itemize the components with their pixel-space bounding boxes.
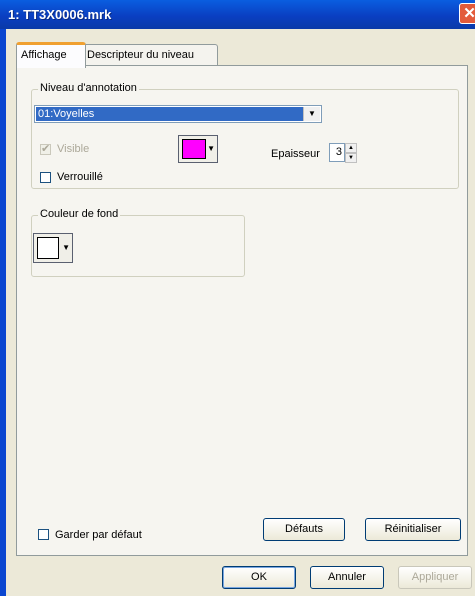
chevron-down-icon: ▼ <box>62 243 70 252</box>
line-color-swatch <box>182 139 206 159</box>
window-border <box>0 29 6 596</box>
dialog-window: 1: TT3X0006.mrk ✕ Affichage Descripteur … <box>0 0 475 596</box>
keep-default-checkbox[interactable] <box>38 529 49 540</box>
tab-panel: Niveau d'annotation 01:Voyelles ▼ ✔ Visi… <box>16 65 468 556</box>
locked-checkbox[interactable] <box>40 172 51 183</box>
background-color-button[interactable]: ▼ <box>33 233 73 263</box>
thickness-input[interactable]: 3 <box>329 143 345 162</box>
chevron-down-icon: ▼ <box>207 144 215 153</box>
cancel-button[interactable]: Annuler <box>310 566 384 589</box>
keep-default-label: Garder par défaut <box>55 529 142 541</box>
check-icon: ✔ <box>41 143 51 155</box>
background-color-swatch <box>37 237 59 259</box>
tab-descripteur[interactable]: Descripteur du niveau <box>82 44 218 65</box>
window-title: 1: TT3X0006.mrk <box>8 7 112 22</box>
reset-button[interactable]: Réinitialiser <box>365 518 461 541</box>
level-select-value: 01:Voyelles <box>36 107 303 121</box>
spin-up-icon[interactable]: ▲ <box>345 143 357 153</box>
locked-label: Verrouillé <box>57 171 103 183</box>
defaults-button[interactable]: Défauts <box>263 518 345 541</box>
apply-button[interactable]: Appliquer <box>398 566 472 589</box>
thickness-label: Epaisseur <box>271 148 320 160</box>
ok-button[interactable]: OK <box>222 566 296 589</box>
spin-down-icon[interactable]: ▼ <box>345 153 357 163</box>
tab-affichage[interactable]: Affichage <box>16 42 86 68</box>
close-icon[interactable]: ✕ <box>459 3 475 24</box>
visible-label: Visible <box>57 143 90 155</box>
line-color-button[interactable]: ▼ <box>178 135 218 163</box>
chevron-down-icon[interactable]: ▼ <box>303 107 320 121</box>
title-bar[interactable]: 1: TT3X0006.mrk ✕ <box>0 0 475 29</box>
background-color-legend: Couleur de fond <box>38 208 121 220</box>
level-select[interactable]: 01:Voyelles ▼ <box>34 105 322 123</box>
annotation-level-legend: Niveau d'annotation <box>38 82 139 94</box>
visible-checkbox[interactable]: ✔ <box>40 143 51 155</box>
